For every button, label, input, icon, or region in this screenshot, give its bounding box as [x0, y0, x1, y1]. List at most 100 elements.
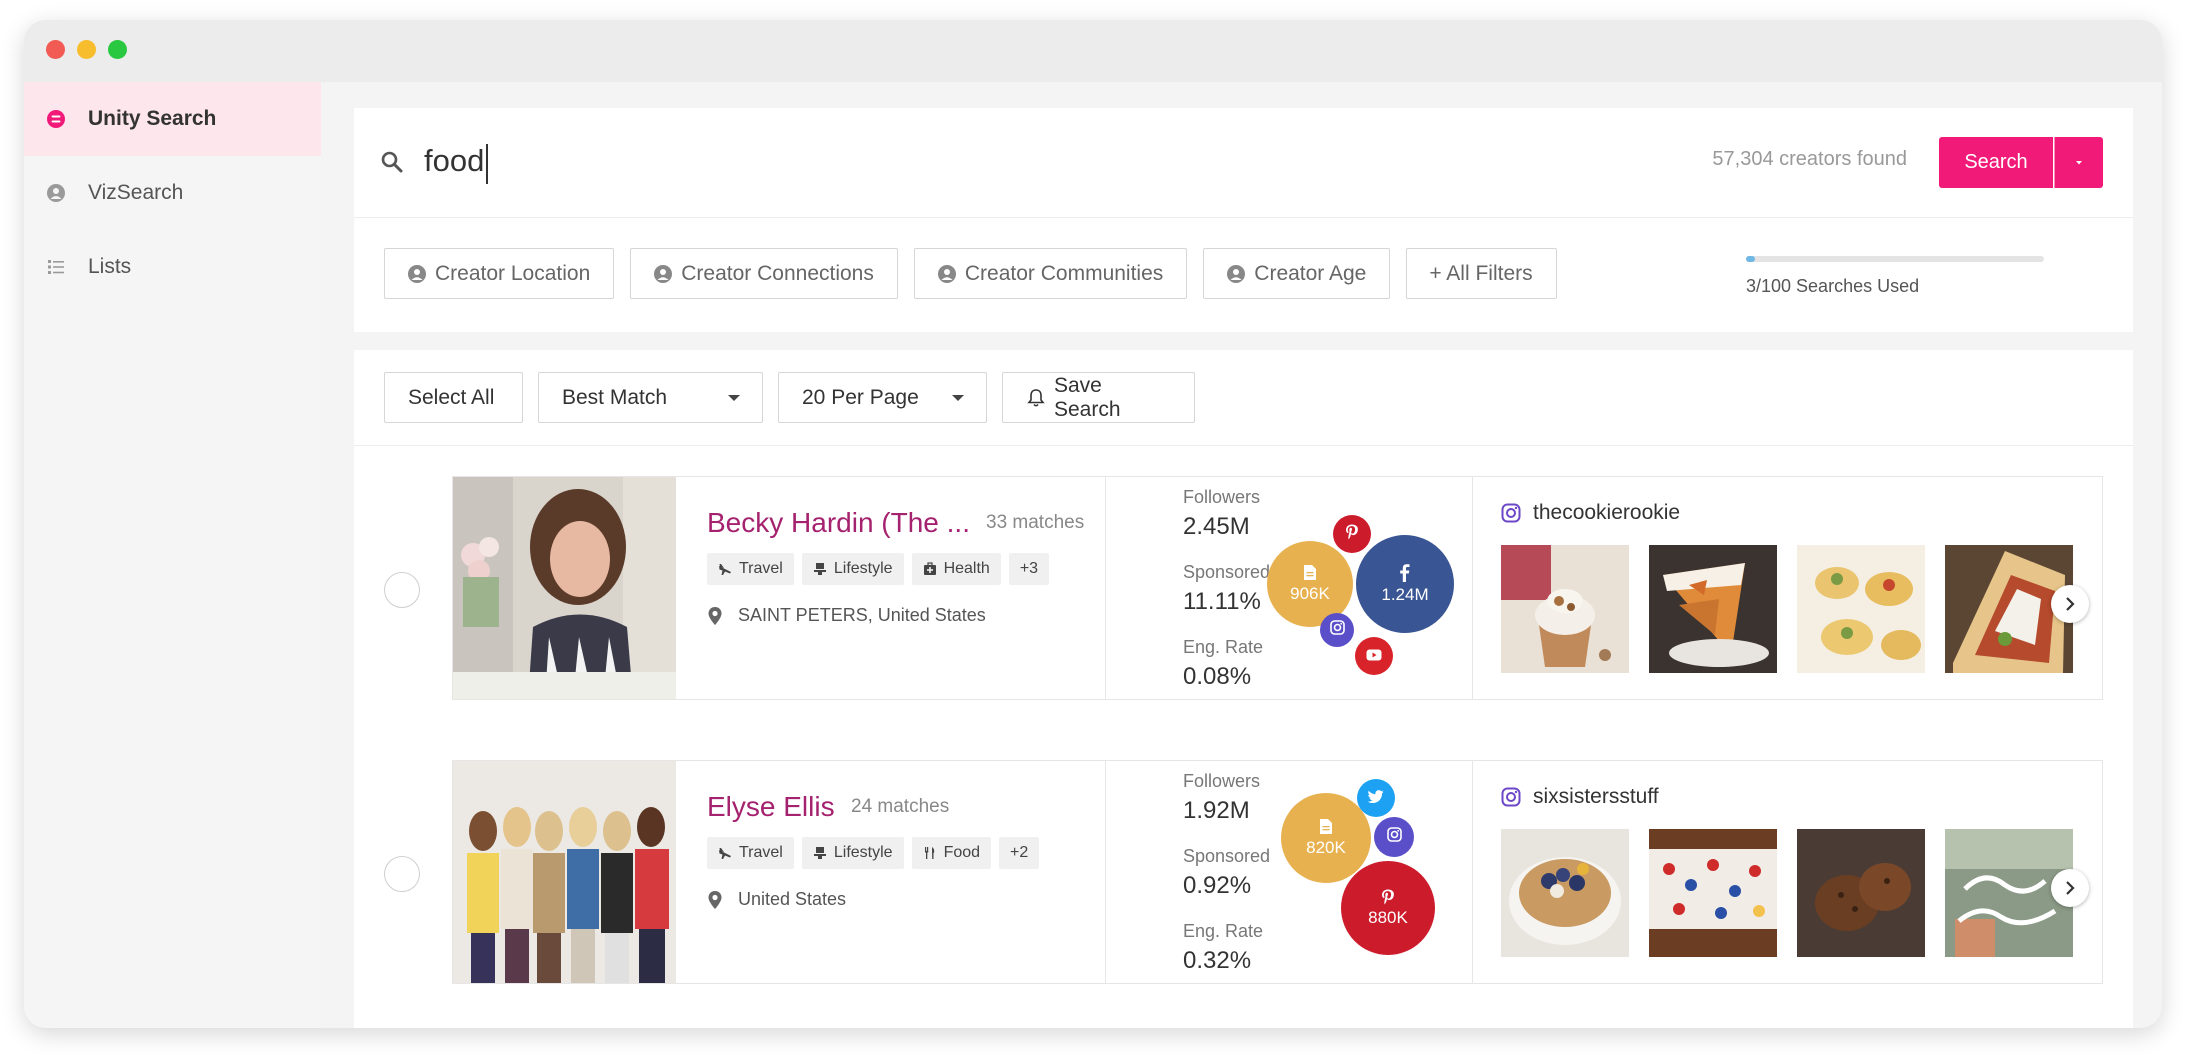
- eng-rate-value: 0.32%: [1183, 947, 1252, 974]
- sidebar-item-vizsearch[interactable]: VizSearch: [24, 156, 321, 230]
- per-page-label: 20 Per Page: [802, 385, 919, 409]
- creator-row: Becky Hardin (The ... 33 matches Travel …: [354, 476, 2133, 700]
- search-usage: 3/100 Searches Used: [1746, 256, 2044, 297]
- twitter-icon: [1367, 788, 1384, 808]
- youtube-bubble[interactable]: [1355, 637, 1393, 675]
- per-page-dropdown[interactable]: 20 Per Page: [778, 372, 987, 423]
- lifestyle-icon: [813, 846, 827, 860]
- location-label: SAINT PETERS, United States: [738, 605, 986, 625]
- instagram-handle-label: sixsistersstuff: [1533, 785, 1659, 808]
- pinterest-bubble[interactable]: [1333, 515, 1371, 553]
- usage-label: 3/100 Searches Used: [1746, 276, 1920, 296]
- creator-row: Elyse Ellis 24 matches Travel Lifestyle …: [354, 760, 2133, 984]
- select-creator-radio[interactable]: [384, 572, 420, 608]
- pinterest-followers-bubble[interactable]: 880K: [1341, 861, 1435, 955]
- instagram-icon: [1386, 827, 1402, 847]
- match-count: 24 matches: [851, 796, 950, 817]
- results-toolbar: Select All Best Match 20 Per Page Save S…: [354, 350, 2133, 446]
- search-button[interactable]: Search: [1939, 137, 2053, 188]
- more-tags-badge[interactable]: +2: [999, 837, 1040, 869]
- search-options-dropdown[interactable]: [2054, 137, 2103, 188]
- twitter-bubble[interactable]: [1357, 779, 1395, 817]
- post-thumbnail[interactable]: [1501, 829, 1629, 957]
- bubble-value: 880K: [1368, 907, 1408, 927]
- filter-creator-location[interactable]: Creator Location: [384, 248, 615, 299]
- next-posts-button[interactable]: [2051, 869, 2089, 907]
- tag-label: Health: [943, 560, 990, 577]
- map-pin-icon: [707, 890, 723, 910]
- maximize-window-button[interactable]: [108, 40, 127, 59]
- post-thumbnail[interactable]: [1797, 545, 1925, 673]
- sidebar-item-label: VizSearch: [88, 181, 184, 204]
- post-thumbnail[interactable]: [1649, 829, 1777, 957]
- next-posts-button[interactable]: [2051, 585, 2089, 623]
- user-icon: [653, 264, 673, 284]
- tag-label: Travel: [739, 560, 783, 577]
- instagram-icon: [1501, 787, 1521, 807]
- followers-label: Followers: [1183, 487, 1261, 507]
- airplane-icon: [718, 846, 732, 860]
- filter-label: Creator Age: [1254, 261, 1367, 285]
- filter-label: Creator Location: [435, 261, 591, 285]
- blog-followers-bubble[interactable]: 820K: [1281, 793, 1371, 883]
- usage-progress-fill: [1746, 256, 1755, 262]
- facebook-icon: [1399, 563, 1411, 582]
- sidebar-item-lists[interactable]: Lists: [24, 230, 321, 304]
- creator-photo: [453, 477, 676, 699]
- sort-dropdown[interactable]: Best Match: [538, 372, 763, 423]
- followers-label: Followers: [1183, 771, 1261, 791]
- chevron-right-icon: [2066, 597, 2075, 611]
- tag-label: Travel: [739, 844, 783, 861]
- user-icon: [407, 264, 427, 284]
- creator-location: SAINT PETERS, United States: [707, 605, 986, 626]
- creator-name[interactable]: Elyse Ellis: [707, 791, 835, 823]
- filter-creator-communities[interactable]: Creator Communities: [913, 248, 1188, 299]
- vizsearch-icon: [46, 183, 66, 203]
- instagram-handle[interactable]: thecookierookie: [1501, 501, 1680, 525]
- save-search-button[interactable]: Save Search: [1002, 372, 1195, 423]
- filter-creator-age[interactable]: Creator Age: [1203, 248, 1391, 299]
- bubble-value: 820K: [1306, 838, 1346, 857]
- chevron-right-icon: [2066, 881, 2075, 895]
- followers-value: 2.45M: [1183, 513, 1250, 540]
- unity-search-icon: [46, 109, 66, 129]
- creator-name[interactable]: Becky Hardin (The ...: [707, 507, 970, 539]
- all-filters-button[interactable]: + All Filters: [1406, 248, 1557, 299]
- title-bar: [24, 20, 2162, 82]
- close-window-button[interactable]: [46, 40, 65, 59]
- fork-knife-icon: [923, 846, 937, 860]
- search-icon: [380, 150, 404, 179]
- tag-food[interactable]: Food: [911, 837, 992, 869]
- tag-lifestyle[interactable]: Lifestyle: [801, 837, 904, 869]
- bell-icon: [1027, 388, 1045, 408]
- select-creator-radio[interactable]: [384, 856, 420, 892]
- sidebar-item-unity-search[interactable]: Unity Search: [24, 82, 321, 156]
- instagram-bubble[interactable]: [1320, 613, 1354, 647]
- facebook-followers-bubble[interactable]: 1.24M: [1356, 535, 1454, 633]
- select-all-button[interactable]: Select All: [384, 372, 523, 423]
- post-thumbnail[interactable]: [1501, 545, 1629, 673]
- post-thumbnail[interactable]: [1649, 545, 1777, 673]
- filter-label: + All Filters: [1429, 261, 1533, 285]
- tag-lifestyle[interactable]: Lifestyle: [801, 553, 904, 585]
- instagram-handle[interactable]: sixsistersstuff: [1501, 785, 1659, 809]
- sponsored-label: Sponsored: [1183, 562, 1271, 582]
- creator-card[interactable]: Elyse Ellis 24 matches Travel Lifestyle …: [452, 760, 2103, 984]
- instagram-bubble[interactable]: [1374, 817, 1414, 857]
- eng-rate-label: Eng. Rate: [1183, 637, 1264, 657]
- tag-travel[interactable]: Travel: [707, 837, 794, 869]
- creator-location: United States: [707, 889, 846, 910]
- search-input[interactable]: [424, 136, 1324, 186]
- filter-creator-connections[interactable]: Creator Connections: [630, 248, 898, 299]
- map-pin-icon: [707, 606, 723, 626]
- minimize-window-button[interactable]: [77, 40, 96, 59]
- more-tags-badge[interactable]: +3: [1008, 553, 1050, 585]
- tag-travel[interactable]: Travel: [707, 553, 794, 585]
- filter-label: Creator Communities: [964, 261, 1164, 285]
- tag-label: Food: [943, 844, 981, 861]
- post-thumbnail[interactable]: [1797, 829, 1925, 957]
- tag-health[interactable]: Health: [911, 553, 1001, 585]
- chevron-down-icon: [728, 395, 740, 401]
- user-icon: [937, 264, 957, 284]
- creator-card[interactable]: Becky Hardin (The ... 33 matches Travel …: [452, 476, 2103, 700]
